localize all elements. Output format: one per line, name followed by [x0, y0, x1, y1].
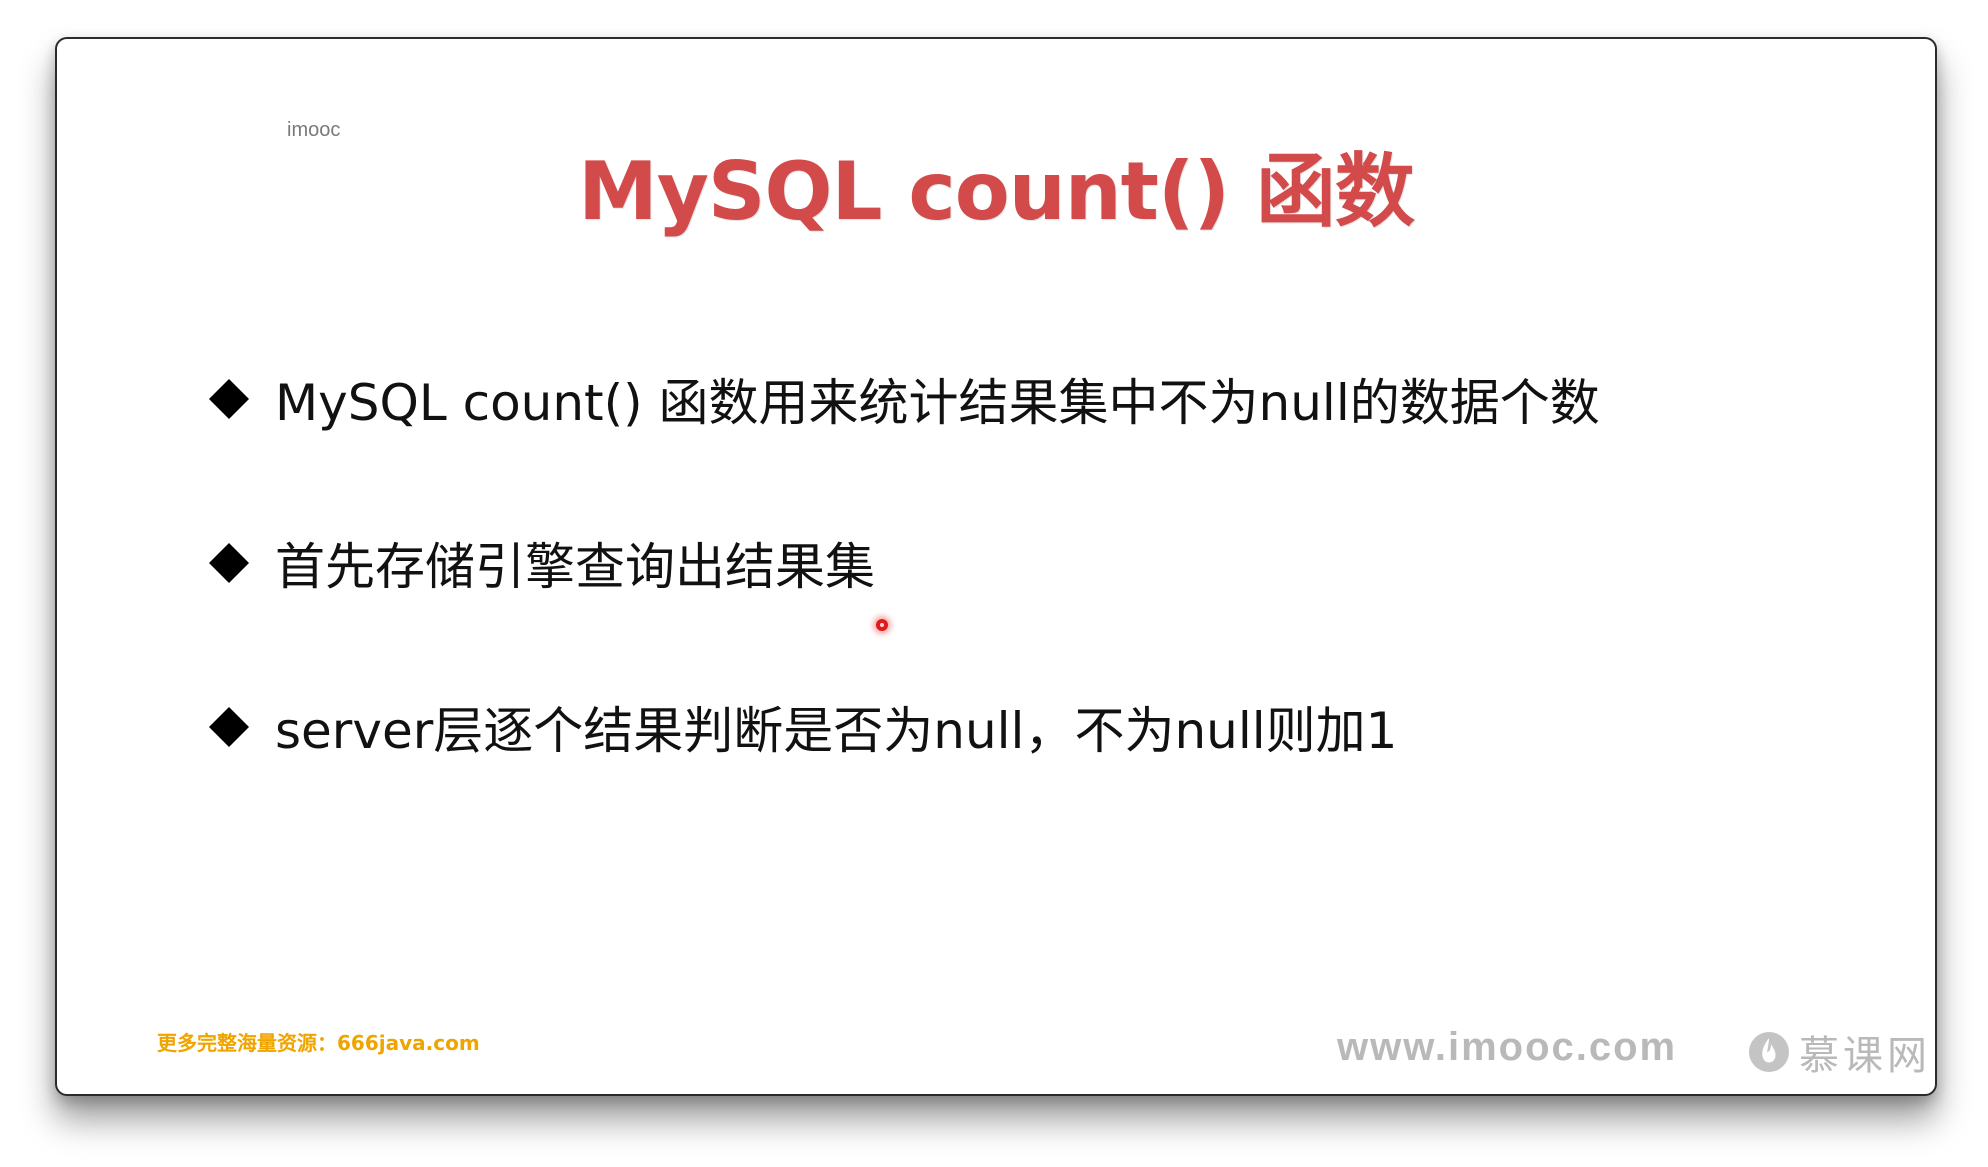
screen: imooc MySQL count() 函数 MySQL count() 函数用…	[0, 0, 1988, 1167]
brand-name: 慕课网	[1799, 1033, 1931, 1079]
black-diamond-icon	[209, 707, 249, 747]
black-diamond-icon	[209, 379, 249, 419]
bullet-item: server层逐个结果判断是否为null，不为null则加1	[207, 697, 1600, 760]
bullet-text: 首先存储引擎查询出结果集	[275, 538, 875, 596]
presentation-slide: imooc MySQL count() 函数 MySQL count() 函数用…	[55, 37, 1937, 1096]
bullet-text: server层逐个结果判断是否为null，不为null则加1	[275, 702, 1398, 760]
black-diamond-icon	[209, 543, 249, 583]
slide-title: MySQL count() 函数	[578, 145, 1415, 238]
bullet-item: 首先存储引擎查询出结果集	[207, 533, 1600, 596]
bullet-text: MySQL count() 函数用来统计结果集中不为null的数据个数	[275, 374, 1600, 432]
bullet-item: MySQL count() 函数用来统计结果集中不为null的数据个数	[207, 369, 1600, 432]
brand-logo: 慕课网	[1747, 1023, 1931, 1081]
bullet-list: MySQL count() 函数用来统计结果集中不为null的数据个数 首先存储…	[207, 369, 1600, 760]
resource-watermark: 更多完整海量资源：666java.com	[157, 1031, 480, 1055]
site-url-watermark: www.imooc.com	[1337, 1025, 1678, 1069]
flame-logo-icon	[1749, 1032, 1789, 1072]
laser-pointer-icon	[876, 619, 888, 631]
